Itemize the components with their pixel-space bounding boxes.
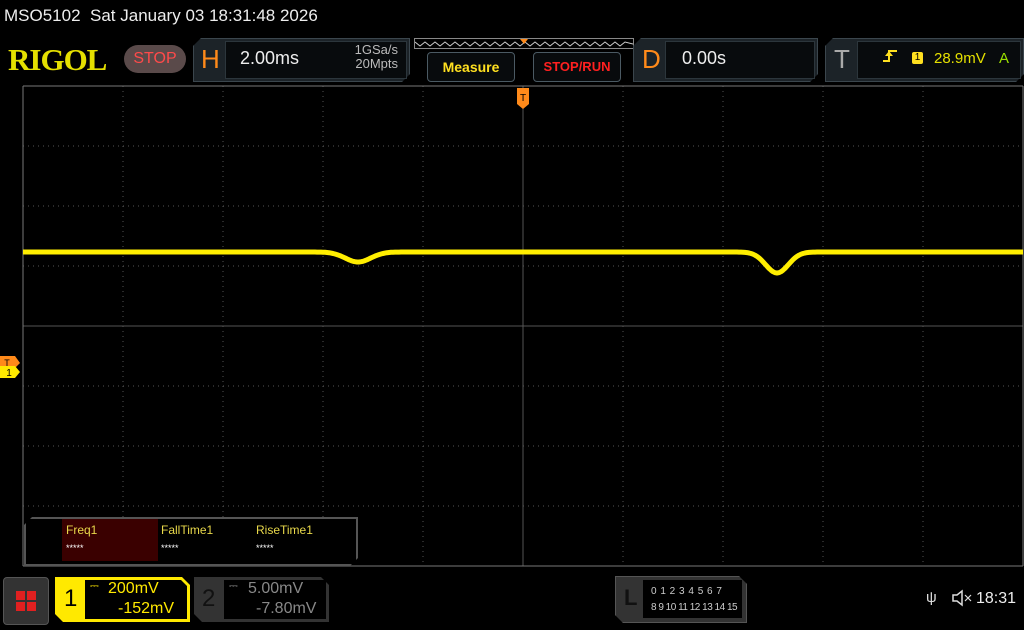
channel-1-number: 1: [64, 585, 78, 612]
measurement-value: *****: [161, 543, 179, 553]
channel-2-scale: 5.00mV: [248, 580, 304, 597]
dc-coupling-icon: ⎓: [229, 580, 238, 592]
measurement-risetime[interactable]: RiseTime1 *****: [256, 523, 313, 553]
measurement-value: *****: [256, 543, 274, 553]
trigger-marker-text: T: [520, 93, 526, 104]
svg-text:1: 1: [6, 368, 12, 379]
graticule: [22, 85, 1024, 567]
measurement-falltime[interactable]: FallTime1 *****: [161, 523, 213, 553]
channel-2-offset: -7.80mV: [256, 600, 317, 617]
usb-icon: ψ: [926, 589, 937, 606]
clock: 18:31: [976, 590, 1017, 607]
channel-1-offset: -152mV: [118, 600, 175, 617]
logic-channels-row-2: 8 9 10 11 12 13 14 15: [651, 602, 738, 613]
measurement-label: FallTime1: [161, 523, 214, 537]
ch1-ground-marker: 1: [0, 366, 20, 379]
measurement-label: RiseTime1: [256, 523, 313, 537]
dc-coupling-icon: ⎓: [90, 580, 99, 592]
measurement-label: Freq1: [66, 523, 98, 537]
logic-label: L: [624, 585, 638, 610]
channel-1-scale: 200mV: [108, 580, 159, 597]
speaker-muted-icon[interactable]: [951, 589, 973, 612]
trigger-position-marker: T: [517, 88, 529, 109]
measurement-value: *****: [66, 543, 84, 553]
logic-channels-row-1: 0 1 2 3 4 5 6 7: [651, 586, 723, 597]
channel-2-number: 2: [202, 585, 216, 612]
main-menu-button[interactable]: [3, 577, 49, 625]
measurement-freq[interactable]: Freq1 *****: [66, 523, 97, 553]
grid-menu-icon: [16, 591, 36, 611]
